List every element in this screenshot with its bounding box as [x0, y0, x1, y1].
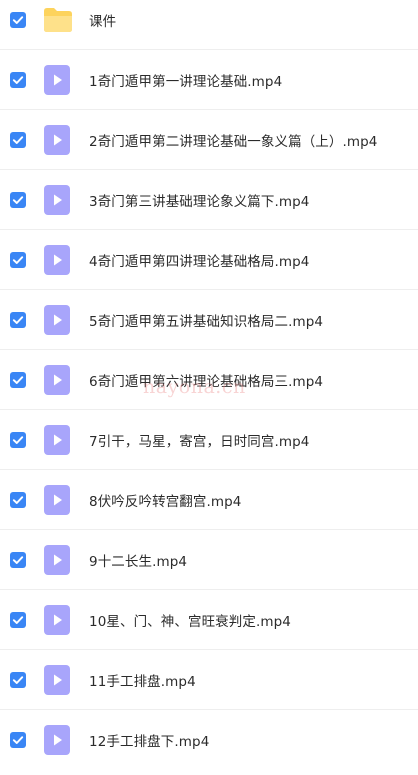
checkmark-icon	[12, 736, 24, 744]
list-item-video[interactable]: 3奇门第三讲基础理论象义篇下.mp4	[0, 170, 418, 230]
checkmark-icon	[12, 495, 24, 504]
checkmark-icon	[12, 15, 24, 24]
file-name: 2奇门遁甲第二讲理论基础一象义篇（上）.mp4	[89, 133, 378, 150]
checkmark-icon	[12, 615, 24, 624]
file-name: 4奇门遁甲第四讲理论基础格局.mp4	[89, 253, 310, 270]
checkmark-icon	[12, 315, 24, 324]
checkbox[interactable]	[10, 311, 26, 328]
file-name: 12手工排盘下.mp4	[89, 734, 210, 750]
checkbox[interactable]	[10, 251, 26, 268]
video-file-icon	[44, 184, 70, 215]
checkbox[interactable]	[10, 371, 26, 388]
checkmark-icon	[12, 255, 24, 264]
checkbox[interactable]	[10, 131, 26, 148]
checkmark-icon	[12, 135, 24, 144]
list-item-video[interactable]: 4奇门遁甲第四讲理论基础格局.mp4	[0, 230, 418, 290]
list-item-video[interactable]: 8伏吟反吟转宫翻宫.mp4	[0, 470, 418, 530]
checkmark-icon	[12, 675, 24, 684]
video-file-icon	[44, 364, 70, 395]
list-item-video[interactable]: 5奇门遁甲第五讲基础知识格局二.mp4	[0, 290, 418, 350]
list-item-folder-courseware[interactable]: 课件	[0, 0, 418, 50]
video-file-icon	[44, 544, 70, 575]
file-name: 11手工排盘.mp4	[89, 673, 196, 690]
checkmark-icon	[12, 375, 24, 384]
file-name: 9十二长生.mp4	[89, 553, 188, 570]
video-file-icon	[44, 244, 70, 275]
file-name: 5奇门遁甲第五讲基础知识格局二.mp4	[89, 313, 324, 330]
checkbox[interactable]	[10, 732, 26, 748]
file-name: 10星、门、神、宫旺衰判定.mp4	[89, 613, 291, 630]
list-item-video[interactable]: 1奇门遁甲第一讲理论基础.mp4	[0, 50, 418, 110]
video-file-icon	[44, 725, 70, 755]
video-file-icon	[44, 484, 70, 515]
file-name: 7引干，马星，寄宫，日时同宫.mp4	[89, 433, 310, 450]
list-item-video[interactable]: 10星、门、神、宫旺衰判定.mp4	[0, 590, 418, 650]
list-item-video[interactable]: 11手工排盘.mp4	[0, 650, 418, 710]
file-name: 8伏吟反吟转宫翻宫.mp4	[89, 493, 242, 510]
checkbox[interactable]	[10, 431, 26, 448]
video-file-icon	[44, 424, 70, 455]
file-name: 课件	[89, 13, 117, 30]
file-name: 6奇门遁甲第六讲理论基础格局三.mp4	[89, 373, 324, 390]
video-file-icon	[44, 124, 70, 155]
video-file-icon	[44, 64, 70, 95]
checkbox[interactable]	[10, 11, 26, 28]
checkbox[interactable]	[10, 611, 26, 628]
checkbox[interactable]	[10, 71, 26, 88]
file-list: 课件 1奇门遁甲第一讲理论基础.mp4 2奇门遁甲第二讲理论基础一象义篇（上）.…	[0, 0, 418, 775]
checkmark-icon	[12, 435, 24, 444]
checkbox[interactable]	[10, 191, 26, 208]
checkmark-icon	[12, 555, 24, 564]
video-file-icon	[44, 304, 70, 335]
folder-icon	[42, 7, 73, 33]
file-name: 3奇门第三讲基础理论象义篇下.mp4	[89, 193, 310, 210]
checkmark-icon	[12, 75, 24, 84]
video-file-icon	[44, 604, 70, 635]
list-item-video[interactable]: 7引干，马星，寄宫，日时同宫.mp4	[0, 410, 418, 470]
list-item-video[interactable]: 6奇门遁甲第六讲理论基础格局三.mp4	[0, 350, 418, 410]
list-item-video[interactable]: 9十二长生.mp4	[0, 530, 418, 590]
checkbox[interactable]	[10, 551, 26, 568]
file-name: 1奇门遁甲第一讲理论基础.mp4	[89, 73, 283, 90]
checkbox[interactable]	[10, 671, 26, 688]
list-item-video[interactable]: 12手工排盘下.mp4	[0, 710, 418, 770]
video-file-icon	[44, 664, 70, 695]
list-item-video[interactable]: 2奇门遁甲第二讲理论基础一象义篇（上）.mp4	[0, 110, 418, 170]
checkmark-icon	[12, 195, 24, 204]
checkbox[interactable]	[10, 491, 26, 508]
